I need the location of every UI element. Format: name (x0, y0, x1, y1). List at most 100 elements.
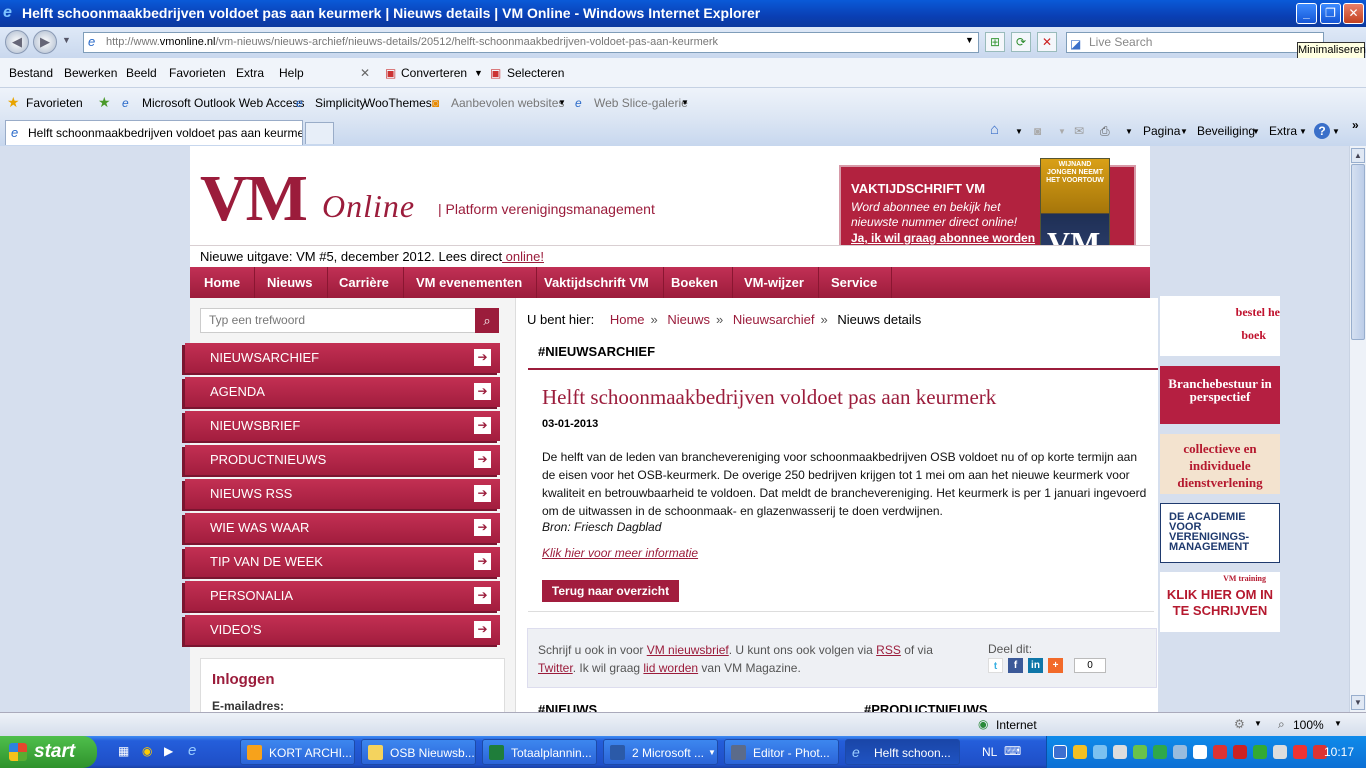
recent-pages-chevron-icon[interactable]: ▼ (62, 35, 71, 45)
breadcrumb-nieuwsarchief[interactable]: Nieuwsarchief (733, 312, 815, 327)
mail-icon[interactable]: ✉ (1074, 124, 1084, 138)
tray-network-icon[interactable] (1053, 745, 1067, 759)
quicklaunch-outlook-icon[interactable]: ◉ (142, 744, 152, 758)
tray-app-icon[interactable] (1173, 745, 1187, 759)
back-button[interactable]: ◀ (5, 30, 29, 54)
chevron-down-icon[interactable]: ▼ (1015, 127, 1023, 136)
fav-woothemes-link[interactable]: WooThemes (364, 96, 432, 110)
language-indicator[interactable]: NL (982, 745, 997, 759)
magazine-cover-image[interactable]: WIJNAND JONGEN NEEMT HET VOORTOUW VM (1040, 158, 1110, 258)
zoom-level[interactable]: 100% (1293, 718, 1324, 732)
help-icon[interactable]: ? (1314, 123, 1330, 139)
rss-link[interactable]: RSS (876, 643, 901, 657)
nav-nieuws[interactable]: Nieuws (253, 267, 328, 298)
scrollbar-thumb[interactable] (1351, 164, 1365, 340)
tray-search-icon[interactable] (1113, 745, 1127, 759)
newsletter-link[interactable]: VM nieuwsbrief (647, 643, 729, 657)
chevron-down-icon[interactable]: ▼ (1125, 127, 1133, 136)
compatibility-view-icon[interactable]: ⊞ (985, 32, 1005, 52)
twitter-share-icon[interactable]: t (988, 658, 1003, 673)
fav-suggested-sites[interactable]: Aanbevolen websites (451, 96, 564, 110)
sidebar-item-nieuws-rss[interactable]: NIEUWS RSS ➔ (185, 479, 500, 509)
forward-button[interactable]: ▶ (33, 30, 57, 54)
tray-app-icon[interactable] (1153, 745, 1167, 759)
menu-favorieten[interactable]: Favorieten (169, 66, 226, 80)
task-microsoft-group[interactable]: 2 Microsoft ... ▼ (603, 739, 718, 765)
maximize-button[interactable]: ❐ (1320, 3, 1341, 24)
address-dropdown-icon[interactable]: ▼ (965, 35, 974, 45)
nav-vm-evenementen[interactable]: VM evenementen (402, 267, 538, 298)
chevron-down-icon[interactable]: ▼ (1252, 127, 1260, 136)
tray-app-icon[interactable] (1233, 745, 1247, 759)
new-tab-button[interactable] (305, 122, 334, 144)
nav-boeken[interactable]: Boeken (657, 267, 733, 298)
refresh-icon[interactable]: ⟳ (1011, 32, 1031, 52)
stop-icon[interactable]: ✕ (1037, 32, 1057, 52)
sidebar-item-productnieuws[interactable]: PRODUCTNIEUWS ➔ (185, 445, 500, 475)
chevron-down-icon[interactable]: ▼ (1299, 127, 1307, 136)
tray-app-icon[interactable] (1133, 745, 1147, 759)
protected-mode-icon[interactable]: ⚙ (1234, 717, 1245, 731)
fav-simplicity-link[interactable]: Simplicity (315, 96, 366, 110)
overflow-chevron-icon[interactable]: » (1352, 118, 1359, 132)
fav-web-slice-gallery[interactable]: Web Slice-galerie (594, 96, 688, 110)
close-button[interactable]: ✕ (1343, 3, 1364, 24)
chevron-down-icon[interactable]: ▼ (1254, 719, 1262, 728)
extra-menu[interactable]: Extra (1269, 124, 1297, 138)
chevron-down-icon[interactable]: ▼ (681, 98, 689, 107)
page-menu[interactable]: Pagina (1143, 124, 1180, 138)
facebook-share-icon[interactable]: f (1008, 658, 1023, 673)
site-logo-online[interactable]: Online (322, 188, 415, 225)
chevron-down-icon[interactable]: ▼ (1180, 127, 1188, 136)
search-icon[interactable]: ⌕ (475, 308, 499, 333)
tray-shield-icon[interactable] (1073, 745, 1087, 759)
task-totaalplanning[interactable]: Totaalplannin... (482, 739, 597, 765)
home-icon[interactable]: ⌂ (990, 121, 999, 138)
menu-beeld[interactable]: Beeld (126, 66, 157, 80)
print-icon[interactable]: ⎙ (1100, 124, 1110, 139)
promo-subscribe-link[interactable]: Ja, ik wil graag abonnee worden (851, 231, 1035, 245)
add-favorite-icon[interactable]: ★ (98, 94, 111, 111)
menu-extra[interactable]: Extra (236, 66, 264, 80)
twitter-link[interactable]: Twitter (538, 661, 573, 675)
sidebar-item-wie-was-waar[interactable]: WIE WAS WAAR ➔ (185, 513, 500, 543)
chevron-down-icon[interactable]: ▼ (1058, 127, 1066, 136)
vm-training-ad-banner[interactable]: VM training KLIK HIER OM IN TE SCHRIJVEN (1160, 572, 1280, 632)
vertical-scrollbar[interactable]: ▲ ▼ (1349, 146, 1366, 712)
convert-dropdown-icon[interactable]: ▼ (474, 68, 483, 78)
academie-ad-banner[interactable]: DE ACADEMIE VOOR VERENIGINGS- MANAGEMENT (1160, 503, 1280, 563)
dienstverlening-ad-banner[interactable]: collectieve en individuele dienstverleni… (1160, 434, 1280, 494)
nav-service[interactable]: Service (817, 267, 893, 298)
minimize-button[interactable]: _ (1296, 3, 1317, 24)
chevron-down-icon[interactable]: ▼ (558, 98, 566, 107)
scroll-up-icon[interactable]: ▲ (1351, 148, 1365, 163)
tray-app-icon[interactable] (1273, 745, 1287, 759)
nav-carriere[interactable]: Carrière (325, 267, 404, 298)
address-bar[interactable]: e http://www.vmonline.nl/vm-nieuws/nieuw… (83, 32, 979, 53)
clock[interactable]: 10:17 (1324, 736, 1354, 768)
book-ad-banner[interactable]: bestel he boek (1160, 296, 1280, 356)
fav-outlook-link[interactable]: Microsoft Outlook Web Access (142, 96, 305, 110)
more-info-link[interactable]: Klik hier voor meer informatie (542, 546, 698, 560)
breadcrumb-nieuws[interactable]: Nieuws (667, 312, 710, 327)
start-button[interactable]: start (0, 736, 97, 768)
task-ie-active[interactable]: e Helft schoon... (845, 739, 960, 765)
linkedin-share-icon[interactable]: in (1028, 658, 1043, 673)
tab-active[interactable]: e Helft schoonmaakbedrijven voldoet pas … (5, 120, 303, 145)
task-osb-nieuwsbrief[interactable]: OSB Nieuwsb... (361, 739, 476, 765)
keyboard-icon[interactable]: ⌨ (1004, 744, 1021, 758)
sidebar-item-nieuwsbrief[interactable]: NIEUWSBRIEF ➔ (185, 411, 500, 441)
chevron-down-icon[interactable]: ▼ (1334, 719, 1342, 728)
menu-help[interactable]: Help (279, 66, 304, 80)
nav-home[interactable]: Home (190, 267, 256, 298)
menu-bewerken[interactable]: Bewerken (64, 66, 117, 80)
toolbar-close-icon[interactable]: ✕ (360, 66, 370, 80)
quicklaunch-media-icon[interactable]: ▶ (164, 744, 173, 758)
tray-app-icon[interactable] (1293, 745, 1307, 759)
site-logo-vm[interactable]: VM (200, 166, 308, 232)
sidebar-item-tip-van-de-week[interactable]: TIP VAN DE WEEK ➔ (185, 547, 500, 577)
favorites-button[interactable]: Favorieten (26, 96, 83, 110)
become-member-link[interactable]: lid worden (643, 661, 698, 675)
rss-icon[interactable]: ◙ (1034, 124, 1041, 138)
sidebar-item-personalia[interactable]: PERSONALIA ➔ (185, 581, 500, 611)
